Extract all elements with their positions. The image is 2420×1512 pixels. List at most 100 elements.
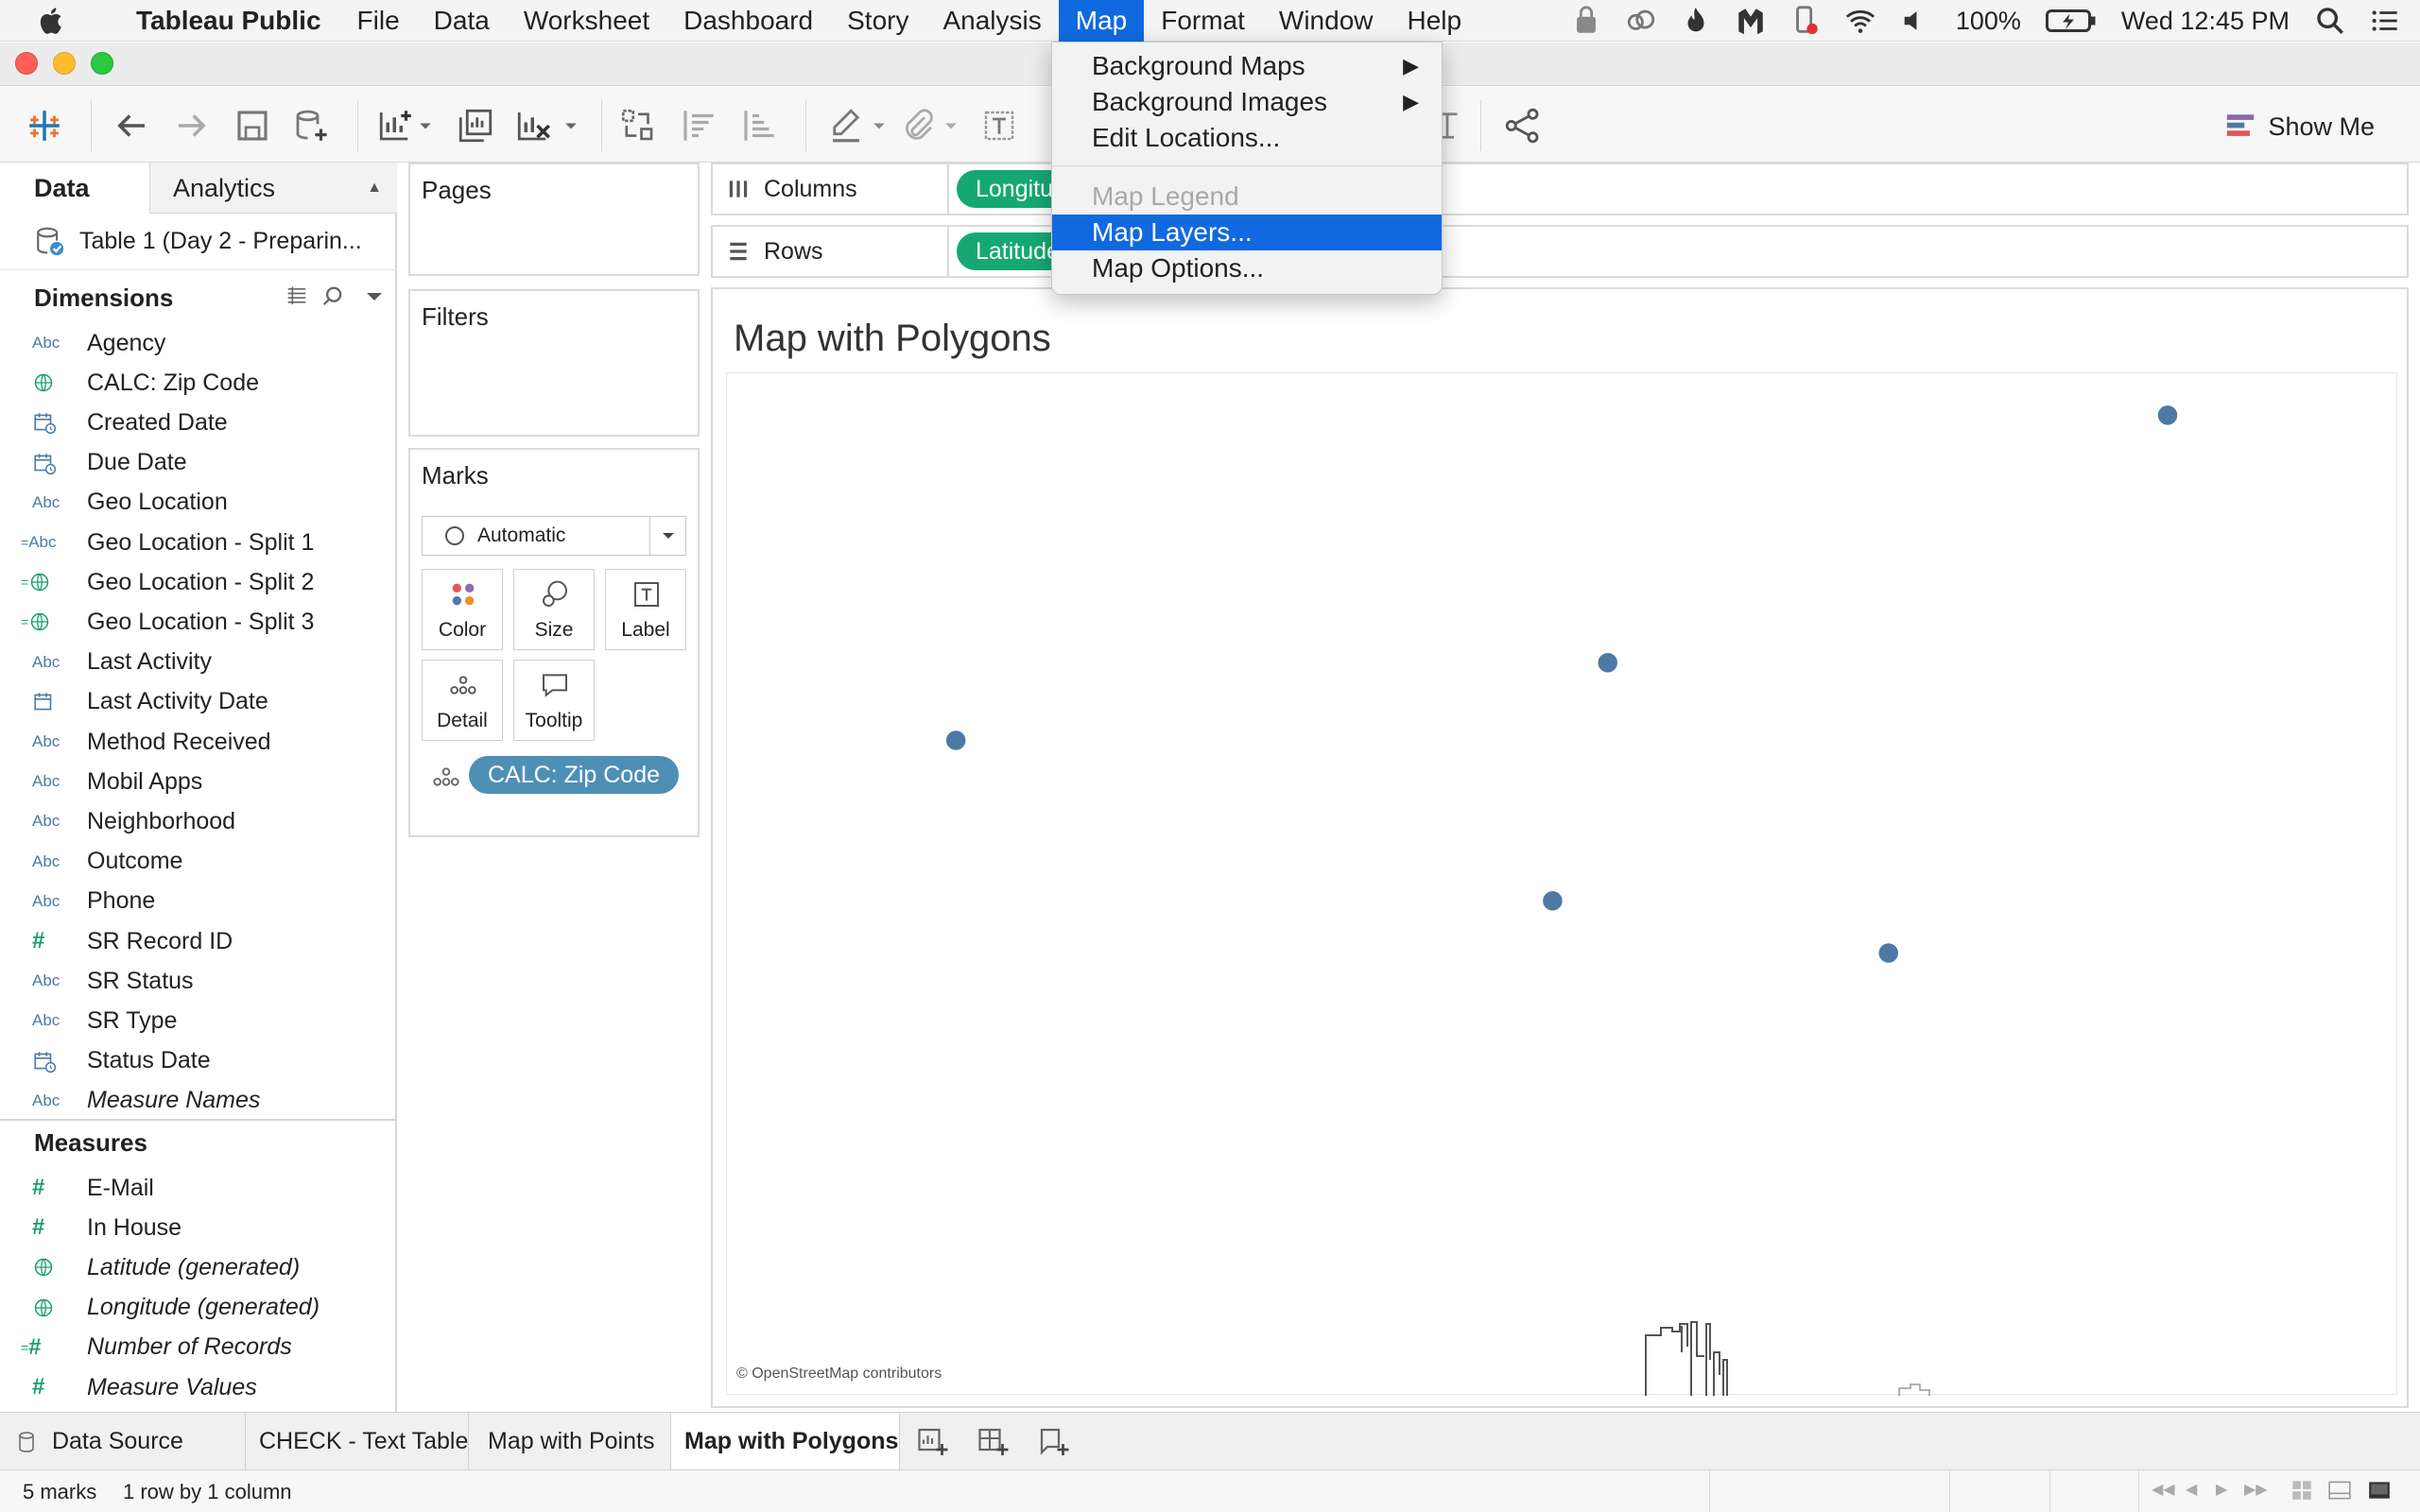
menu-dashboard[interactable]: Dashboard [666,0,830,42]
field-geo-location-split-2[interactable]: = Geo Location - Split 2 [0,562,395,602]
share-icon[interactable] [1501,104,1545,147]
field-number-of-records[interactable]: = # Number of Records [0,1328,395,1367]
detail-pill[interactable]: CALC: Zip Code [469,756,679,794]
menu-map[interactable]: Map [1058,0,1145,42]
sheet-sorter-icon[interactable] [2290,1478,2314,1503]
field-agency[interactable]: Abc Agency [0,323,395,363]
menu-item-background-images[interactable]: Background Images ▶ [1052,84,1442,120]
search-icon[interactable] [320,284,346,310]
tableau-logo-icon[interactable] [23,104,66,147]
field-phone[interactable]: Abc Phone [0,882,395,921]
flame-icon[interactable] [1680,5,1712,37]
map-point-mark[interactable] [1541,889,1564,913]
size-button[interactable]: Size [513,569,595,650]
updown-chevron-icon[interactable]: ▲ [367,163,382,214]
field-last-activity[interactable]: Abc Last Activity [0,643,395,682]
field-latitude-generated[interactable]: Latitude (generated) [0,1247,395,1287]
field-last-activity-date[interactable]: Last Activity Date [0,682,395,722]
list-view-icon[interactable] [284,284,310,310]
tab-data[interactable]: Data [0,163,149,214]
menu-format[interactable]: Format [1144,0,1262,42]
chevron-down-icon[interactable] [363,285,386,308]
map-canvas[interactable]: © OpenStreetMap contributors [726,372,2397,1396]
menu-item-map-layers[interactable]: Map Layers... [1052,215,1442,250]
close-window-button[interactable] [15,52,38,75]
columns-shelf[interactable]: Columns Longitude (generated) [711,163,2409,215]
notification-center-icon[interactable] [2369,5,2401,37]
datasource-item[interactable]: Table 1 (Day 2 - Preparin... [0,214,397,270]
sheet-tab-map-with-points[interactable]: Map with Points [469,1413,671,1469]
map-attribution[interactable]: © OpenStreetMap contributors [736,1366,942,1383]
forward-arrow-icon[interactable] [170,104,214,147]
sheet-tab-check-text-table[interactable]: CHECK - Text Table [246,1413,469,1469]
volume-icon[interactable] [1899,5,1931,37]
chevron-down-icon[interactable] [560,104,582,147]
field-neighborhood[interactable]: Abc Neighborhood [0,801,395,841]
menu-window[interactable]: Window [1262,0,1391,42]
field-measure-values[interactable]: # Measure Values [0,1367,395,1407]
new-datasource-icon[interactable] [289,104,333,147]
field-sr-record-id[interactable]: # SR Record ID [0,921,395,961]
field-geo-location[interactable]: Abc Geo Location [0,483,395,523]
tabs-view-icon[interactable] [2367,1478,2392,1503]
previous-sheet-icon[interactable]: ◀ [2186,1480,2197,1499]
zoom-window-button[interactable] [91,52,113,75]
data-source-tab[interactable]: Data Source [0,1413,246,1469]
first-sheet-icon[interactable]: ◀◀ [2152,1480,2175,1499]
highlight-icon[interactable] [824,104,868,147]
field-e-mail[interactable]: # E-Mail [0,1168,395,1208]
duplicate-sheet-icon[interactable] [454,104,497,147]
creative-cloud-icon[interactable] [1625,5,1657,37]
map-point-mark[interactable] [1596,651,1619,674]
menu-data[interactable]: Data [417,0,507,42]
rows-shelf[interactable]: Rows Latitude (generated) [711,225,2409,278]
swap-rows-columns-icon[interactable] [616,104,660,147]
next-sheet-icon[interactable]: ▶ [2216,1480,2227,1499]
minimize-window-button[interactable] [53,52,76,75]
menu-analysis[interactable]: Analysis [925,0,1058,42]
sort-descending-icon[interactable] [737,104,781,147]
sort-ascending-icon[interactable] [677,104,720,147]
label-button[interactable]: Label [605,569,686,650]
filmstrip-icon[interactable] [2327,1478,2352,1503]
map-point-mark[interactable] [2156,404,2179,427]
lock-robot-icon[interactable] [1570,5,1602,37]
field-status-date[interactable]: Status Date [0,1041,395,1081]
sheet-title[interactable]: Map with Polygons [734,318,1051,360]
last-sheet-icon[interactable]: ▶▶ [2244,1480,2268,1499]
menu-story[interactable]: Story [830,0,925,42]
field-longitude-generated[interactable]: Longitude (generated) [0,1288,395,1328]
new-worksheet-icon[interactable] [915,1424,949,1458]
menu-item-map-options[interactable]: Map Options... [1052,250,1442,286]
phone-alert-icon[interactable] [1789,5,1822,37]
field-created-date[interactable]: Created Date [0,403,395,442]
field-method-received[interactable]: Abc Method Received [0,722,395,762]
detail-button[interactable]: Detail [422,660,503,741]
app-menu[interactable]: Tableau Public [106,0,340,42]
menu-item-background-maps[interactable]: Background Maps ▶ [1052,48,1442,84]
chevron-down-icon[interactable] [940,104,962,147]
field-sr-status[interactable]: Abc SR Status [0,961,395,1001]
chevron-down-icon[interactable] [649,517,685,555]
search-icon[interactable] [2314,5,2346,37]
filters-card[interactable]: Filters [408,289,700,437]
menu-item-edit-locations[interactable]: Edit Locations... [1052,120,1442,156]
tooltip-button[interactable]: Tooltip [513,660,595,741]
mark-type-select[interactable]: Automatic [422,516,686,556]
paperclip-icon[interactable] [896,104,940,147]
menu-worksheet[interactable]: Worksheet [507,0,666,42]
apple-icon[interactable] [36,5,68,37]
back-arrow-icon[interactable] [110,104,153,147]
tab-analytics[interactable]: Analytics ▲ [149,163,397,214]
chevron-down-icon[interactable] [868,104,890,147]
map-point-mark[interactable] [944,729,967,752]
field-geo-location-split-3[interactable]: = Geo Location - Split 3 [0,602,395,642]
clear-sheet-icon[interactable] [512,104,556,147]
malwarebytes-icon[interactable] [1735,5,1767,37]
field-outcome[interactable]: Abc Outcome [0,842,395,882]
menu-file[interactable]: File [340,0,417,42]
color-button[interactable]: Color [422,569,503,650]
new-dashboard-icon[interactable] [976,1424,1010,1458]
map-point-mark[interactable] [1877,941,1900,965]
field-calc-zip-code[interactable]: CALC: Zip Code [0,363,395,403]
